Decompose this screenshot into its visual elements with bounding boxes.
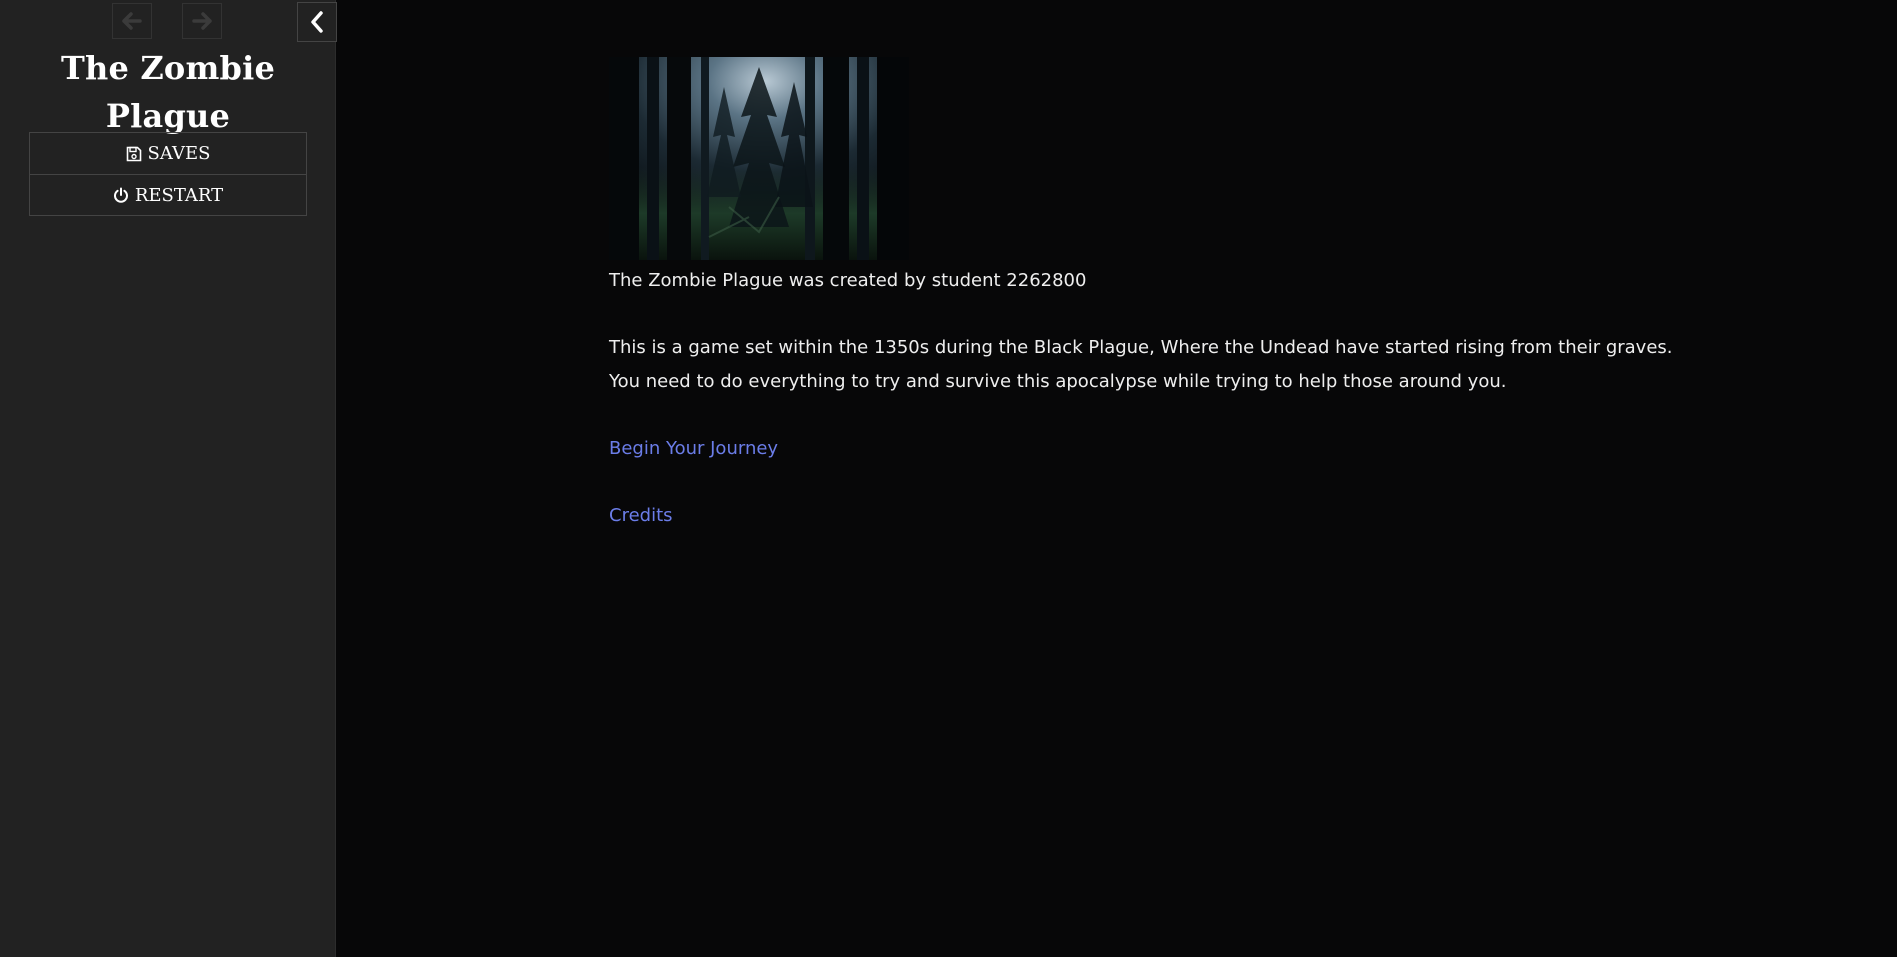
credit-line: The Zombie Plague was created by student… (609, 270, 1087, 291)
restart-button[interactable]: RESTART (30, 174, 306, 215)
sidebar-toggle-button[interactable] (297, 2, 337, 42)
arrow-left-icon (122, 12, 142, 30)
restart-label: RESTART (134, 184, 224, 206)
passage: The Zombie Plague was created by student… (609, 57, 1709, 533)
saves-label: SAVES (147, 143, 211, 164)
ui-bar: The Zombie Plague SAVES RESTART (0, 0, 337, 957)
description-line-1: This is a game set within the 1350s duri… (609, 337, 1673, 358)
credits-link[interactable]: Credits (609, 505, 673, 526)
story-menu: SAVES RESTART (29, 132, 307, 216)
chevron-left-icon (311, 11, 323, 33)
story-title: The Zombie Plague (60, 49, 276, 135)
forest-image (609, 57, 909, 260)
description-line-2: You need to do everything to try and sur… (609, 371, 1507, 392)
history-forward-button[interactable] (182, 3, 222, 39)
floppy-disk-icon (126, 146, 141, 161)
power-icon (113, 187, 128, 203)
begin-journey-link[interactable]: Begin Your Journey (609, 438, 778, 459)
saves-button[interactable]: SAVES (30, 133, 306, 174)
history-back-button[interactable] (112, 3, 152, 39)
arrow-right-icon (192, 12, 212, 30)
